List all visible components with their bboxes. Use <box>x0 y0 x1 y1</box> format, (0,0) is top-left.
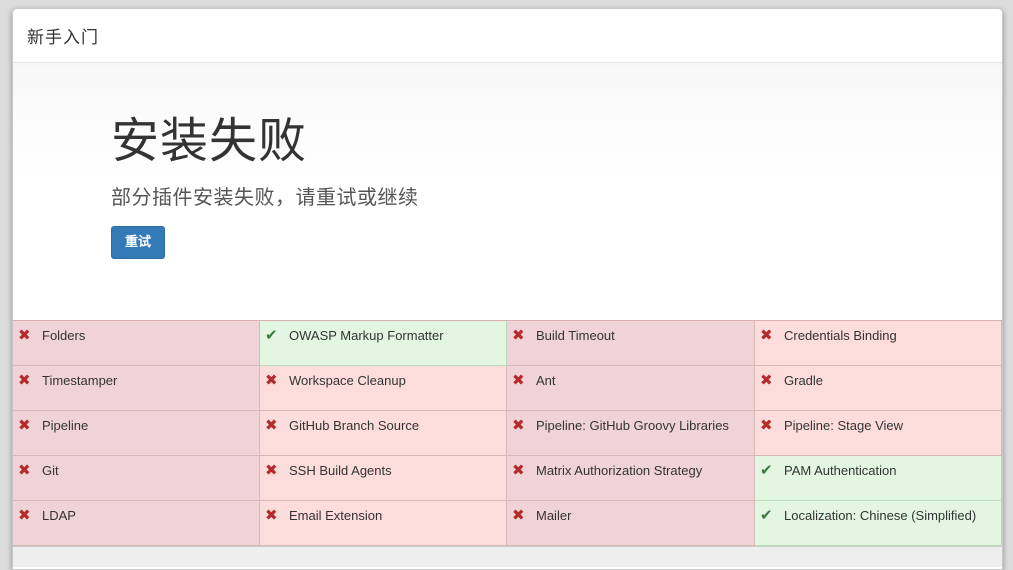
retry-button[interactable]: 重试 <box>111 226 165 259</box>
plugin-name: OWASP Markup Formatter <box>289 328 444 343</box>
plugin-status-item: ✖ SSH Build Agents <box>260 456 507 501</box>
plugin-status-item: ✖ Folders <box>13 321 260 366</box>
plugin-status-item: ✖ Email Extension <box>260 501 507 546</box>
plugin-status-item: ✖ Ant <box>507 366 755 411</box>
close-icon: ✖ <box>760 372 773 389</box>
close-icon: ✖ <box>512 327 525 344</box>
plugin-name: Folders <box>42 328 86 343</box>
check-icon: ✔ <box>760 507 773 524</box>
plugin-name: Pipeline <box>42 418 89 433</box>
dialog-title: 新手入门 <box>27 28 99 48</box>
plugin-status-item: ✔ PAM Authentication <box>755 456 1002 501</box>
plugin-status-item: ✖ Git <box>13 456 260 501</box>
plugin-name: LDAP <box>42 508 76 523</box>
plugin-name: Ant <box>536 373 556 388</box>
plugin-status-item: ✖ Matrix Authorization Strategy <box>507 456 755 501</box>
close-icon: ✖ <box>760 327 773 344</box>
install-failed-banner: 安装失败 部分插件安装失败，请重试或继续 重试 <box>13 63 1002 320</box>
plugin-name: Build Timeout <box>536 328 615 343</box>
plugin-name: Credentials Binding <box>784 328 897 343</box>
setup-wizard-dialog: 新手入门 安装失败 部分插件安装失败，请重试或继续 重试 ✖ Folders ✔ OW… <box>12 8 1003 570</box>
plugin-status-item: ✖ GitHub Branch Source <box>260 411 507 456</box>
page-title: 安装失败 <box>111 113 308 169</box>
close-icon: ✖ <box>265 462 278 479</box>
close-icon: ✖ <box>512 417 525 434</box>
close-icon: ✖ <box>512 372 525 389</box>
close-icon: ✖ <box>512 507 525 524</box>
page-subtitle: 部分插件安装失败，请重试或继续 <box>111 185 419 209</box>
plugin-status-item: ✖ Pipeline: GitHub Groovy Libraries <box>507 411 755 456</box>
plugin-status-item: ✔ Localization: Chinese (Simplified) <box>755 501 1002 546</box>
close-icon: ✖ <box>18 327 31 344</box>
plugin-status-item: ✔ OWASP Markup Formatter <box>260 321 507 366</box>
plugin-name: SSH Build Agents <box>289 463 392 478</box>
plugin-status-item: ✖ Pipeline: Stage View <box>755 411 1002 456</box>
plugin-name: Matrix Authorization Strategy <box>536 463 703 478</box>
close-icon: ✖ <box>760 417 773 434</box>
plugin-status-item: ✖ Pipeline <box>13 411 260 456</box>
plugin-name: Workspace Cleanup <box>289 373 406 388</box>
close-icon: ✖ <box>265 507 278 524</box>
plugin-name: Git <box>42 463 59 478</box>
plugin-status-grid: ✖ Folders ✔ OWASP Markup Formatter ✖ Build Ti… <box>13 320 1002 546</box>
dialog-footer <box>13 546 1002 567</box>
plugin-name: Mailer <box>536 508 572 523</box>
plugin-status-item: ✖ Gradle <box>755 366 1002 411</box>
close-icon: ✖ <box>265 372 278 389</box>
plugin-status-item: ✖ Build Timeout <box>507 321 755 366</box>
close-icon: ✖ <box>18 417 31 434</box>
close-icon: ✖ <box>18 507 31 524</box>
plugin-name: Localization: Chinese (Simplified) <box>784 508 977 523</box>
plugin-status-item: ✖ Timestamper <box>13 366 260 411</box>
plugin-status-item: ✖ Mailer <box>507 501 755 546</box>
dialog-header: 新手入门 <box>13 9 1002 63</box>
close-icon: ✖ <box>18 372 31 389</box>
close-icon: ✖ <box>18 462 31 479</box>
plugin-name: Timestamper <box>42 373 118 388</box>
close-icon: ✖ <box>512 462 525 479</box>
plugin-name: PAM Authentication <box>784 463 897 478</box>
plugin-name: Pipeline: GitHub Groovy Libraries <box>536 418 729 433</box>
plugin-status-item: ✖ Workspace Cleanup <box>260 366 507 411</box>
plugin-name: GitHub Branch Source <box>289 418 420 433</box>
plugin-status-item: ✖ LDAP <box>13 501 260 546</box>
check-icon: ✔ <box>760 462 773 479</box>
plugin-name: Pipeline: Stage View <box>784 418 904 433</box>
plugin-name: Email Extension <box>289 508 383 523</box>
plugin-status-item: ✖ Credentials Binding <box>755 321 1002 366</box>
close-icon: ✖ <box>265 417 278 434</box>
check-icon: ✔ <box>265 327 278 344</box>
plugin-name: Gradle <box>784 373 824 388</box>
